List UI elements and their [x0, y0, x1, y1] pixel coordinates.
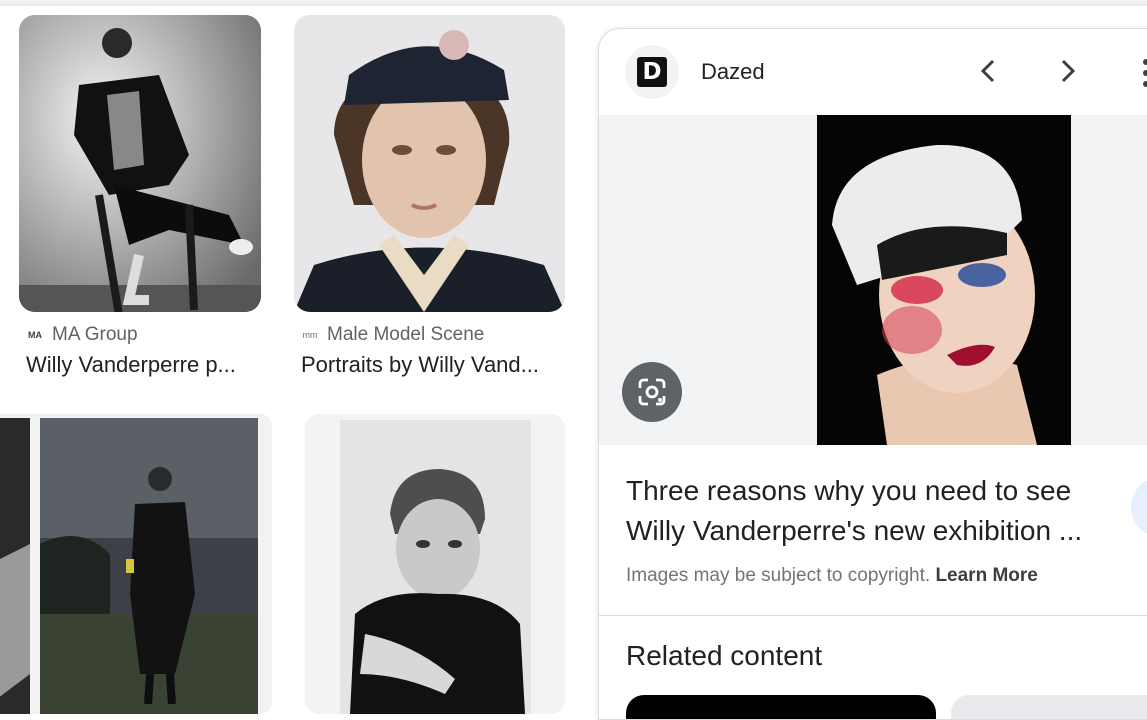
result-image-2[interactable]: [294, 15, 565, 312]
chevron-left-icon: [980, 59, 995, 83]
panel-divider: [599, 615, 1147, 616]
image-preview-panel: D Dazed Three reasons why you need to se…: [598, 28, 1147, 720]
next-button[interactable]: [1047, 51, 1087, 91]
favicon: mm: [302, 330, 318, 340]
more-options-icon[interactable]: [1143, 59, 1147, 92]
related-item-1[interactable]: [626, 695, 936, 719]
image-title[interactable]: Three reasons why you need to see Willy …: [626, 471, 1126, 551]
result-title-2[interactable]: Portraits by Willy Vand...: [301, 352, 559, 378]
dazed-logo-icon: D: [637, 57, 667, 87]
google-lens-icon: [638, 378, 666, 406]
result-source-1[interactable]: MA MA Group: [26, 324, 138, 346]
image-title-line-1: Three reasons why you need to see: [626, 475, 1072, 506]
related-content-heading: Related content: [626, 640, 823, 671]
related-item-2[interactable]: [951, 695, 1147, 719]
result-image-1[interactable]: [19, 15, 261, 312]
chevron-right-icon: [1061, 59, 1076, 83]
result-title-1[interactable]: Willy Vanderperre p...: [26, 352, 256, 378]
source-name: MA Group: [52, 324, 138, 345]
previous-button[interactable]: [969, 51, 1009, 91]
source-logo[interactable]: D: [625, 45, 679, 99]
result-image-4[interactable]: [305, 414, 565, 714]
visit-button[interactable]: [1131, 477, 1147, 537]
result-source-2[interactable]: mm Male Model Scene: [301, 324, 485, 346]
panel-source-name[interactable]: Dazed: [701, 59, 765, 85]
copyright-notice: Images may be subject to copyright. Lear…: [626, 565, 1038, 587]
favicon: MA: [28, 330, 42, 340]
result-image-3[interactable]: [0, 414, 272, 714]
image-title-line-2: Willy Vanderperre's new exhibition ...: [626, 515, 1083, 546]
learn-more-link[interactable]: Learn More: [935, 565, 1037, 586]
source-name: Male Model Scene: [327, 324, 485, 345]
top-divider: [0, 0, 1147, 6]
copyright-text: Images may be subject to copyright.: [626, 565, 931, 586]
lens-button[interactable]: [622, 362, 682, 422]
preview-image[interactable]: [817, 115, 1071, 445]
